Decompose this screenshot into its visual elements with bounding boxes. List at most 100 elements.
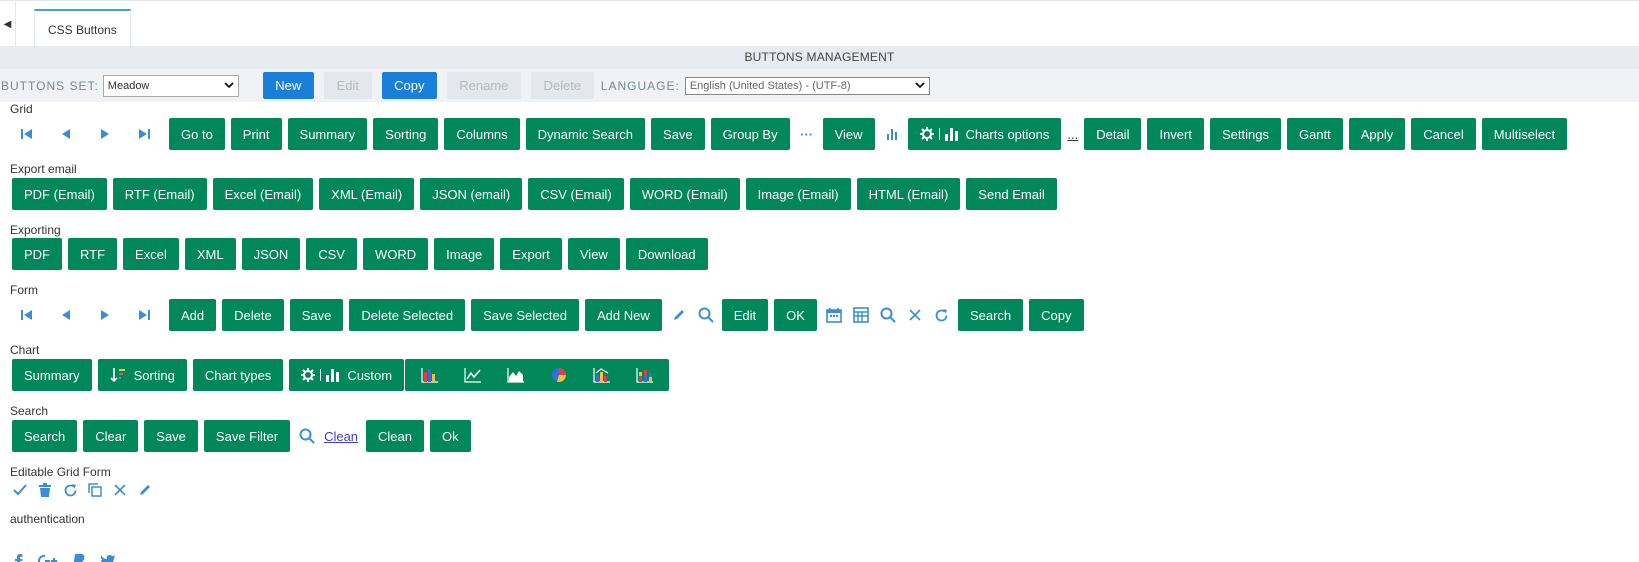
google-login-button[interactable] <box>38 554 58 562</box>
clear-button[interactable]: Clear <box>83 420 139 452</box>
multiselect-button[interactable]: Multiselect <box>1481 118 1568 150</box>
detail-button[interactable]: Detail <box>1084 118 1142 150</box>
json-email-button[interactable]: JSON (email) <box>420 178 523 210</box>
chart-button[interactable] <box>881 118 903 150</box>
csv-email-button[interactable]: CSV (Email) <box>528 178 624 210</box>
buttons-set-select[interactable]: Meadow <box>102 74 239 97</box>
save-filter-button[interactable]: Save Filter <box>203 420 291 452</box>
save-selected-button[interactable]: Save Selected <box>471 299 579 331</box>
copy-button[interactable]: Copy <box>1029 299 1084 331</box>
language-select[interactable]: English (United States) - (UTF-8) <box>684 76 930 95</box>
pdf-email-button[interactable]: PDF (Email) <box>12 178 107 210</box>
chart-type-stacked[interactable] <box>623 359 666 391</box>
tab-css-buttons[interactable]: CSS Buttons <box>34 9 131 48</box>
chart-type-combo[interactable] <box>580 359 623 391</box>
clean-button[interactable]: Clean <box>366 420 424 452</box>
refresh-button[interactable] <box>60 474 80 506</box>
facebook-login-button[interactable] <box>14 554 24 562</box>
refresh-button[interactable] <box>931 299 953 331</box>
confirm-button[interactable] <box>10 474 30 506</box>
word-button[interactable]: WORD <box>362 238 429 270</box>
sorting-button[interactable]: Sorting <box>373 118 439 150</box>
clean-link[interactable]: Clean <box>324 429 358 444</box>
charts-options-button[interactable]: Charts options <box>907 118 1062 150</box>
delete-selected-button[interactable]: Delete Selected <box>349 299 466 331</box>
search-button[interactable]: Search <box>957 299 1024 331</box>
form-previous-button[interactable] <box>51 299 81 331</box>
delete-button[interactable]: Delete <box>222 299 284 331</box>
trash-button[interactable] <box>35 474 55 506</box>
xml-email-button[interactable]: XML (Email) <box>319 178 415 210</box>
export-button[interactable]: Export <box>500 238 562 270</box>
search-button[interactable]: Search <box>12 420 78 452</box>
rtf-button[interactable]: RTF <box>68 238 118 270</box>
chart-summary-button[interactable]: Summary <box>12 359 92 391</box>
print-button[interactable]: Print <box>230 118 282 150</box>
download-button[interactable]: Download <box>625 238 708 270</box>
copy-icon-button[interactable] <box>85 474 105 506</box>
previous-record-button[interactable] <box>51 118 81 150</box>
ok-button[interactable]: Ok <box>430 420 471 452</box>
edit-pencil-button[interactable] <box>668 299 690 331</box>
chart-type-bar[interactable] <box>408 359 451 391</box>
send-email-button[interactable]: Send Email <box>966 178 1057 210</box>
delete-button[interactable]: Delete <box>530 72 594 99</box>
edit-button[interactable]: Edit <box>323 72 372 99</box>
html-email-button[interactable]: HTML (Email) <box>856 178 961 210</box>
word-email-button[interactable]: WORD (Email) <box>629 178 740 210</box>
chart-type-line[interactable] <box>451 359 494 391</box>
image-button[interactable]: Image <box>434 238 495 270</box>
last-record-button[interactable] <box>129 118 159 150</box>
settings-button[interactable]: Settings <box>1209 118 1281 150</box>
form-first-button[interactable] <box>12 299 42 331</box>
invert-button[interactable]: Invert <box>1147 118 1204 150</box>
next-record-button[interactable] <box>90 118 120 150</box>
cancel-button[interactable]: Cancel <box>1411 118 1476 150</box>
xml-button[interactable]: XML <box>184 238 236 270</box>
pdf-button[interactable]: PDF <box>12 238 62 270</box>
rename-button[interactable]: Rename <box>446 72 521 99</box>
goto-button[interactable]: Go to <box>169 118 225 150</box>
ok-button[interactable]: OK <box>774 299 817 331</box>
chart-sorting-button[interactable]: Sorting <box>97 359 187 391</box>
edit-button[interactable]: Edit <box>721 299 769 331</box>
twitter-login-button[interactable] <box>100 554 116 562</box>
close-button[interactable] <box>110 474 130 506</box>
search-icon-button-2[interactable] <box>877 299 899 331</box>
apply-button[interactable]: Apply <box>1348 118 1406 150</box>
save-button[interactable]: Save <box>144 420 198 452</box>
dynamic-search-button[interactable]: Dynamic Search <box>525 118 646 150</box>
new-button[interactable]: New <box>262 72 314 99</box>
view-button[interactable]: View <box>822 118 875 150</box>
edit-pencil-button[interactable] <box>135 474 155 506</box>
chart-type-pie[interactable] <box>537 359 580 391</box>
add-new-button[interactable]: Add New <box>584 299 662 331</box>
json-button[interactable]: JSON <box>241 238 301 270</box>
form-last-button[interactable] <box>129 299 159 331</box>
rtf-email-button[interactable]: RTF (Email) <box>112 178 207 210</box>
chart-type-area[interactable] <box>494 359 537 391</box>
copy-button[interactable]: Copy <box>381 72 437 99</box>
custom-button[interactable]: Custom <box>289 359 405 391</box>
first-record-button[interactable] <box>12 118 42 150</box>
chart-types-button[interactable]: Chart types <box>192 359 284 391</box>
group-by-button[interactable]: Group By <box>710 118 790 150</box>
excel-button[interactable]: Excel <box>123 238 179 270</box>
gantt-button[interactable]: Gantt <box>1286 118 1343 150</box>
summary-button[interactable]: Summary <box>287 118 368 150</box>
add-button[interactable]: Add <box>169 299 217 331</box>
save-button[interactable]: Save <box>651 118 705 150</box>
view-button[interactable]: View <box>567 238 620 270</box>
close-button[interactable] <box>904 299 926 331</box>
calculator-button[interactable] <box>850 299 872 331</box>
columns-button[interactable]: Columns <box>444 118 520 150</box>
excel-email-button[interactable]: Excel (Email) <box>212 178 314 210</box>
form-next-button[interactable] <box>90 299 120 331</box>
calendar-button[interactable] <box>823 299 845 331</box>
dots-link[interactable]: ... <box>1067 127 1078 142</box>
csv-button[interactable]: CSV <box>306 238 357 270</box>
save-button[interactable]: Save <box>289 299 344 331</box>
paypal-login-button[interactable] <box>72 554 86 562</box>
image-email-button[interactable]: Image (Email) <box>745 178 851 210</box>
search-icon-button[interactable] <box>695 299 717 331</box>
